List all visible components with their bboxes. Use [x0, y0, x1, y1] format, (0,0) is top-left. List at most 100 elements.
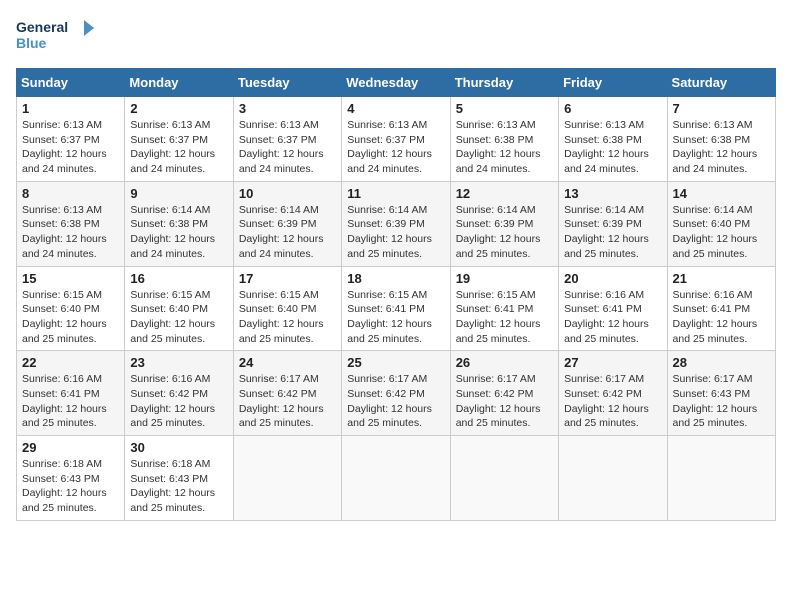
day-info: Sunrise: 6:16 AMSunset: 6:42 PMDaylight:…: [130, 373, 215, 429]
day-info: Sunrise: 6:15 AMSunset: 6:40 PMDaylight:…: [22, 289, 107, 345]
day-info: Sunrise: 6:15 AMSunset: 6:40 PMDaylight:…: [239, 289, 324, 345]
calendar-day-cell: 17 Sunrise: 6:15 AMSunset: 6:40 PMDaylig…: [233, 266, 341, 351]
calendar-table: SundayMondayTuesdayWednesdayThursdayFrid…: [16, 68, 776, 521]
calendar-day-cell: 20 Sunrise: 6:16 AMSunset: 6:41 PMDaylig…: [559, 266, 667, 351]
day-number: 10: [239, 186, 336, 201]
calendar-day-cell: 11 Sunrise: 6:14 AMSunset: 6:39 PMDaylig…: [342, 181, 450, 266]
day-info: Sunrise: 6:14 AMSunset: 6:40 PMDaylight:…: [673, 204, 758, 260]
day-number: 1: [22, 101, 119, 116]
day-number: 23: [130, 355, 227, 370]
day-number: 24: [239, 355, 336, 370]
logo: General Blue: [16, 16, 96, 56]
day-number: 16: [130, 271, 227, 286]
day-info: Sunrise: 6:18 AMSunset: 6:43 PMDaylight:…: [130, 458, 215, 514]
day-number: 26: [456, 355, 553, 370]
day-number: 29: [22, 440, 119, 455]
day-number: 27: [564, 355, 661, 370]
calendar-day-cell: 4 Sunrise: 6:13 AMSunset: 6:37 PMDayligh…: [342, 97, 450, 182]
day-number: 9: [130, 186, 227, 201]
calendar-day-cell: 5 Sunrise: 6:13 AMSunset: 6:38 PMDayligh…: [450, 97, 558, 182]
calendar-day-cell: 10 Sunrise: 6:14 AMSunset: 6:39 PMDaylig…: [233, 181, 341, 266]
calendar-day-cell: 6 Sunrise: 6:13 AMSunset: 6:38 PMDayligh…: [559, 97, 667, 182]
calendar-col-header: Friday: [559, 69, 667, 97]
calendar-week-row: 22 Sunrise: 6:16 AMSunset: 6:41 PMDaylig…: [17, 351, 776, 436]
calendar-day-cell: 23 Sunrise: 6:16 AMSunset: 6:42 PMDaylig…: [125, 351, 233, 436]
calendar-day-cell: [450, 436, 558, 521]
calendar-day-cell: 7 Sunrise: 6:13 AMSunset: 6:38 PMDayligh…: [667, 97, 775, 182]
day-info: Sunrise: 6:13 AMSunset: 6:38 PMDaylight:…: [564, 119, 649, 175]
day-info: Sunrise: 6:17 AMSunset: 6:42 PMDaylight:…: [239, 373, 324, 429]
day-number: 8: [22, 186, 119, 201]
calendar-day-cell: 12 Sunrise: 6:14 AMSunset: 6:39 PMDaylig…: [450, 181, 558, 266]
day-info: Sunrise: 6:13 AMSunset: 6:38 PMDaylight:…: [22, 204, 107, 260]
day-number: 17: [239, 271, 336, 286]
day-number: 22: [22, 355, 119, 370]
calendar-day-cell: 14 Sunrise: 6:14 AMSunset: 6:40 PMDaylig…: [667, 181, 775, 266]
calendar-col-header: Sunday: [17, 69, 125, 97]
calendar-day-cell: 19 Sunrise: 6:15 AMSunset: 6:41 PMDaylig…: [450, 266, 558, 351]
calendar-day-cell: 8 Sunrise: 6:13 AMSunset: 6:38 PMDayligh…: [17, 181, 125, 266]
calendar-col-header: Wednesday: [342, 69, 450, 97]
calendar-col-header: Thursday: [450, 69, 558, 97]
day-number: 7: [673, 101, 770, 116]
calendar-day-cell: [342, 436, 450, 521]
day-info: Sunrise: 6:17 AMSunset: 6:42 PMDaylight:…: [347, 373, 432, 429]
calendar-day-cell: 2 Sunrise: 6:13 AMSunset: 6:37 PMDayligh…: [125, 97, 233, 182]
calendar-day-cell: 16 Sunrise: 6:15 AMSunset: 6:40 PMDaylig…: [125, 266, 233, 351]
calendar-day-cell: 29 Sunrise: 6:18 AMSunset: 6:43 PMDaylig…: [17, 436, 125, 521]
day-info: Sunrise: 6:13 AMSunset: 6:38 PMDaylight:…: [673, 119, 758, 175]
day-info: Sunrise: 6:14 AMSunset: 6:38 PMDaylight:…: [130, 204, 215, 260]
day-info: Sunrise: 6:13 AMSunset: 6:37 PMDaylight:…: [130, 119, 215, 175]
day-info: Sunrise: 6:18 AMSunset: 6:43 PMDaylight:…: [22, 458, 107, 514]
calendar-day-cell: 22 Sunrise: 6:16 AMSunset: 6:41 PMDaylig…: [17, 351, 125, 436]
calendar-day-cell: 3 Sunrise: 6:13 AMSunset: 6:37 PMDayligh…: [233, 97, 341, 182]
day-number: 3: [239, 101, 336, 116]
page-header: General Blue: [16, 16, 776, 56]
day-info: Sunrise: 6:14 AMSunset: 6:39 PMDaylight:…: [239, 204, 324, 260]
calendar-day-cell: [667, 436, 775, 521]
day-info: Sunrise: 6:16 AMSunset: 6:41 PMDaylight:…: [673, 289, 758, 345]
day-number: 2: [130, 101, 227, 116]
day-number: 5: [456, 101, 553, 116]
calendar-day-cell: 9 Sunrise: 6:14 AMSunset: 6:38 PMDayligh…: [125, 181, 233, 266]
logo-svg: General Blue: [16, 16, 96, 56]
calendar-header-row: SundayMondayTuesdayWednesdayThursdayFrid…: [17, 69, 776, 97]
day-info: Sunrise: 6:13 AMSunset: 6:37 PMDaylight:…: [22, 119, 107, 175]
day-number: 15: [22, 271, 119, 286]
calendar-col-header: Monday: [125, 69, 233, 97]
day-number: 28: [673, 355, 770, 370]
day-number: 12: [456, 186, 553, 201]
svg-text:General: General: [16, 19, 68, 35]
day-number: 13: [564, 186, 661, 201]
calendar-week-row: 1 Sunrise: 6:13 AMSunset: 6:37 PMDayligh…: [17, 97, 776, 182]
day-number: 4: [347, 101, 444, 116]
day-number: 18: [347, 271, 444, 286]
day-info: Sunrise: 6:14 AMSunset: 6:39 PMDaylight:…: [564, 204, 649, 260]
calendar-day-cell: [559, 436, 667, 521]
day-info: Sunrise: 6:13 AMSunset: 6:37 PMDaylight:…: [347, 119, 432, 175]
calendar-week-row: 8 Sunrise: 6:13 AMSunset: 6:38 PMDayligh…: [17, 181, 776, 266]
calendar-day-cell: 1 Sunrise: 6:13 AMSunset: 6:37 PMDayligh…: [17, 97, 125, 182]
calendar-day-cell: 24 Sunrise: 6:17 AMSunset: 6:42 PMDaylig…: [233, 351, 341, 436]
day-number: 14: [673, 186, 770, 201]
day-info: Sunrise: 6:14 AMSunset: 6:39 PMDaylight:…: [456, 204, 541, 260]
day-info: Sunrise: 6:15 AMSunset: 6:41 PMDaylight:…: [347, 289, 432, 345]
calendar-day-cell: 27 Sunrise: 6:17 AMSunset: 6:42 PMDaylig…: [559, 351, 667, 436]
day-number: 20: [564, 271, 661, 286]
day-info: Sunrise: 6:13 AMSunset: 6:38 PMDaylight:…: [456, 119, 541, 175]
day-info: Sunrise: 6:17 AMSunset: 6:42 PMDaylight:…: [564, 373, 649, 429]
calendar-day-cell: 21 Sunrise: 6:16 AMSunset: 6:41 PMDaylig…: [667, 266, 775, 351]
day-info: Sunrise: 6:17 AMSunset: 6:42 PMDaylight:…: [456, 373, 541, 429]
day-number: 6: [564, 101, 661, 116]
calendar-day-cell: [233, 436, 341, 521]
day-number: 21: [673, 271, 770, 286]
day-info: Sunrise: 6:15 AMSunset: 6:40 PMDaylight:…: [130, 289, 215, 345]
day-info: Sunrise: 6:15 AMSunset: 6:41 PMDaylight:…: [456, 289, 541, 345]
calendar-day-cell: 28 Sunrise: 6:17 AMSunset: 6:43 PMDaylig…: [667, 351, 775, 436]
calendar-col-header: Tuesday: [233, 69, 341, 97]
calendar-day-cell: 26 Sunrise: 6:17 AMSunset: 6:42 PMDaylig…: [450, 351, 558, 436]
day-number: 11: [347, 186, 444, 201]
day-info: Sunrise: 6:14 AMSunset: 6:39 PMDaylight:…: [347, 204, 432, 260]
calendar-day-cell: 13 Sunrise: 6:14 AMSunset: 6:39 PMDaylig…: [559, 181, 667, 266]
day-info: Sunrise: 6:17 AMSunset: 6:43 PMDaylight:…: [673, 373, 758, 429]
